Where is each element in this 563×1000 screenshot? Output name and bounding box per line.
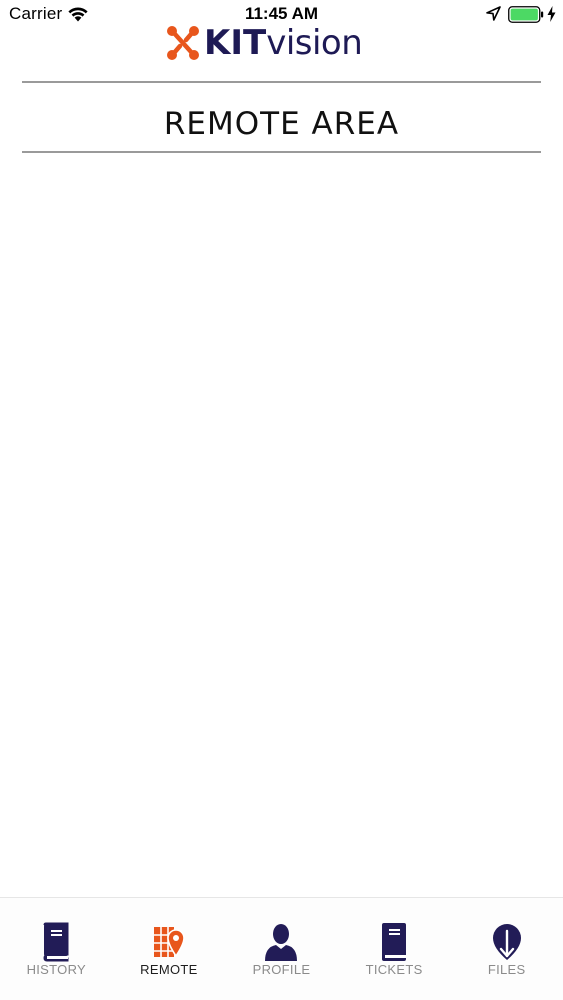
location-arrow-icon <box>486 6 501 21</box>
tab-files-label: FILES <box>487 962 526 977</box>
tab-tickets[interactable]: TICKETS <box>338 898 451 1000</box>
tab-bar: HISTORY REMOTE PROFILE TICKETS FILES <box>0 897 563 1000</box>
tab-tickets-label: TICKETS <box>365 962 423 977</box>
clock-time: 11:45 AM <box>244 4 319 23</box>
charging-bolt-icon <box>547 6 556 22</box>
battery-icon <box>508 6 544 23</box>
kitvision-logo: KITvision <box>166 23 398 63</box>
logo-wordmark-bold: KIT <box>204 23 267 63</box>
tab-remote-label: REMOTE <box>140 962 198 977</box>
remote-area-content <box>0 153 563 897</box>
tab-profile[interactable]: PROFILE <box>225 898 338 1000</box>
download-pin-icon <box>492 924 521 960</box>
tab-remote[interactable]: REMOTE <box>113 898 226 1000</box>
book-icon <box>382 923 407 961</box>
logo-wordmark: KITvision <box>204 23 363 63</box>
tab-files[interactable]: FILES <box>450 898 563 1000</box>
book-icon <box>43 922 69 962</box>
tab-profile-label: PROFILE <box>252 962 311 977</box>
tab-history-label: HISTORY <box>26 962 86 977</box>
kitvision-logo-mark-icon <box>167 26 199 60</box>
page-title: REMOTE AREA <box>163 106 400 142</box>
user-icon <box>265 924 298 961</box>
header-divider-top <box>22 81 541 83</box>
tab-history[interactable]: HISTORY <box>0 898 113 1000</box>
map-pin-icon <box>153 927 185 958</box>
logo-wordmark-regular: vision <box>266 23 363 63</box>
